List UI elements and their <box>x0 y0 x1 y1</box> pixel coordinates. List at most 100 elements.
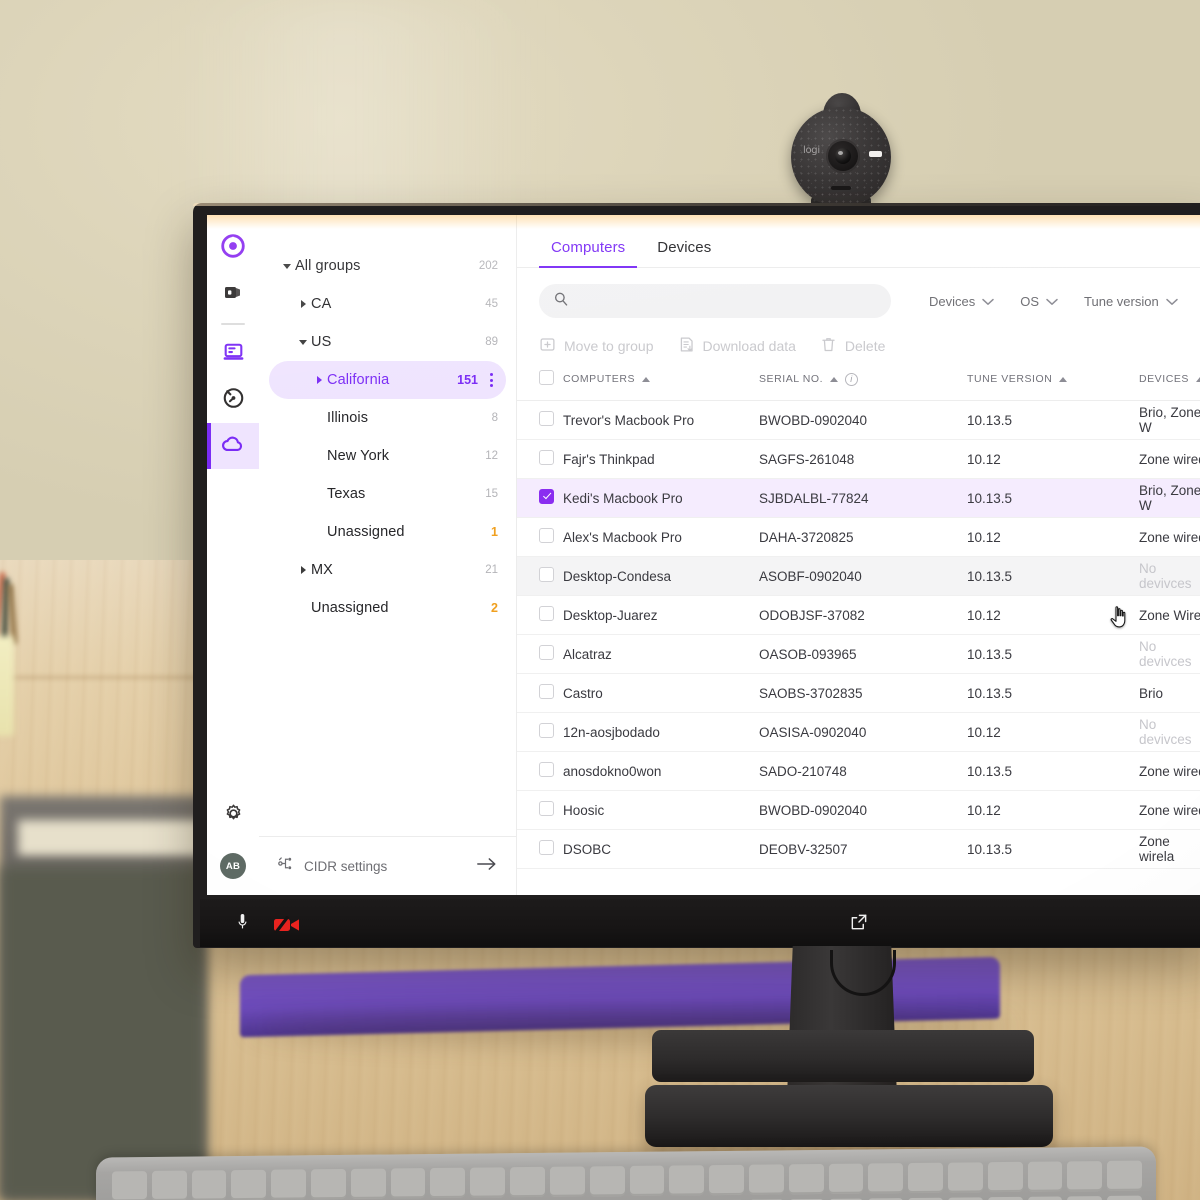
filter-tune-version[interactable]: Tune version <box>1084 294 1178 309</box>
tree-node-count: 45 <box>485 298 498 310</box>
row-checkbox[interactable] <box>539 606 554 621</box>
table-row[interactable]: Kedi's Macbook Pro SJBDALBL-77824 10.13.5 B… <box>517 478 1200 518</box>
filter-devices[interactable]: Devices <box>929 294 994 309</box>
tree-toggle-icon[interactable] <box>295 339 311 345</box>
tree-toggle-icon[interactable] <box>295 566 311 574</box>
tree-node-california[interactable]: California 151 <box>269 361 506 399</box>
rail-item-cloud[interactable] <box>207 423 259 469</box>
tree-node-unassigned[interactable]: Unassigned 2 <box>269 589 506 627</box>
row-checkbox[interactable] <box>539 762 554 777</box>
action-label: Move to group <box>564 338 654 354</box>
gear-icon <box>223 803 244 829</box>
rail-item-computers[interactable] <box>207 331 259 377</box>
chevron-down-icon <box>982 294 994 309</box>
tree-node-count: 89 <box>485 336 498 348</box>
mic-icon[interactable] <box>238 913 247 933</box>
cell-computer-name: Castro <box>563 673 759 713</box>
row-checkbox[interactable] <box>539 411 554 426</box>
screen-share-icon[interactable] <box>849 913 868 932</box>
table-row[interactable]: 12n-aosjbodado OASISA-0902040 10.12 No devi… <box>517 712 1200 752</box>
search-input[interactable] <box>577 293 877 309</box>
info-icon[interactable]: i <box>845 372 859 386</box>
cell-tune-version: 10.12 <box>967 595 1139 635</box>
rail-item-settings[interactable] <box>207 793 259 839</box>
tree-toggle-icon[interactable] <box>279 263 295 269</box>
row-checkbox[interactable] <box>539 489 554 504</box>
search-box[interactable] <box>539 284 891 318</box>
camera-off-icon[interactable] <box>272 915 302 934</box>
cell-serial-no: SAOBS-3702835 <box>759 673 967 713</box>
tree-node-texas[interactable]: Texas 15 <box>269 475 506 513</box>
cell-devices: No devivces <box>1139 712 1200 752</box>
column-header-label: TUNE VERSION <box>967 373 1053 385</box>
row-select-cell <box>517 478 563 518</box>
row-checkbox[interactable] <box>539 528 554 543</box>
pencil-cup <box>0 636 14 736</box>
sort-asc-icon[interactable] <box>642 376 651 382</box>
tree-node-ca[interactable]: CA 45 <box>269 285 506 323</box>
cell-serial-no: ASOBF-0902040 <box>759 556 967 596</box>
tree-node-label: MX <box>311 562 333 578</box>
row-checkbox[interactable] <box>539 567 554 582</box>
cell-tune-version: 10.13.5 <box>967 400 1139 440</box>
tree-node-new-york[interactable]: New York 12 <box>269 437 506 475</box>
tab-devices[interactable]: Devices <box>645 239 723 267</box>
cell-tune-version: 10.13.5 <box>967 673 1139 713</box>
chevron-down-icon <box>1165 294 1178 309</box>
column-header-dev[interactable]: DEVICES <box>1139 370 1200 401</box>
row-checkbox[interactable] <box>539 801 554 816</box>
cell-tune-version: 10.12 <box>967 439 1139 479</box>
cidr-tree-icon <box>277 855 294 877</box>
move-to-group-icon <box>539 336 556 356</box>
tree-node-menu-icon[interactable] <box>484 373 498 387</box>
table-row[interactable]: Desktop-Juarez ODOBJSF-37082 10.12 Zone Wir… <box>517 595 1200 635</box>
tree-toggle-icon[interactable] <box>295 300 311 308</box>
row-checkbox[interactable] <box>539 450 554 465</box>
cell-tune-version: 10.13.5 <box>967 634 1139 674</box>
tree-node-all-groups[interactable]: All groups 202 <box>269 247 506 285</box>
row-select-cell <box>517 634 563 674</box>
tab-computers[interactable]: Computers <box>539 239 638 268</box>
trash-icon <box>820 336 837 356</box>
action-move-to-group: Move to group <box>539 336 654 356</box>
table-row[interactable]: DSOBC DEOBV-32507 10.13.5 Zone wirela <box>517 829 1200 869</box>
select-all-checkbox[interactable] <box>539 370 554 385</box>
row-checkbox[interactable] <box>539 840 554 855</box>
tree-toggle-icon[interactable] <box>311 376 327 384</box>
tree-node-mx[interactable]: MX 21 <box>269 551 506 589</box>
column-header-serial[interactable]: SERIAL NO. i <box>759 370 967 401</box>
row-checkbox[interactable] <box>539 684 554 699</box>
table-row[interactable]: Trevor's Macbook Pro BWOBD-0902040 10.13.5… <box>517 400 1200 440</box>
column-header-tune[interactable]: TUNE VERSION <box>967 370 1139 401</box>
sort-asc-icon[interactable] <box>1059 376 1068 382</box>
rail-item-sync[interactable] <box>207 225 259 271</box>
battery-icon <box>221 280 245 309</box>
column-header-name[interactable]: COMPUTERS <box>563 370 759 401</box>
table-row[interactable]: Hoosic BWOBD-0902040 10.12 Zone wired <box>517 790 1200 830</box>
cidr-settings-row[interactable]: CIDR settings <box>277 837 498 895</box>
filter-os[interactable]: OS <box>1020 294 1058 309</box>
column-header-label: SERIAL NO. <box>759 373 824 385</box>
rail-item-performance[interactable] <box>207 377 259 423</box>
table-row[interactable]: anosdokno0won SADO-210748 10.13.5 Zone wire… <box>517 751 1200 791</box>
filter-label: Tune version <box>1084 293 1159 309</box>
sort-asc-icon[interactable] <box>830 376 839 382</box>
avatar[interactable]: AB <box>220 853 246 879</box>
sort-asc-icon[interactable] <box>1195 376 1200 382</box>
row-checkbox[interactable] <box>539 723 554 738</box>
arrow-right-icon[interactable] <box>476 856 498 877</box>
tree-node-us[interactable]: US 89 <box>269 323 506 361</box>
row-checkbox[interactable] <box>539 645 554 660</box>
table-row[interactable]: Castro SAOBS-3702835 10.13.5 Brio <box>517 673 1200 713</box>
table-row[interactable]: Fajr's Thinkpad SAGFS-261048 10.12 Zone wir… <box>517 439 1200 479</box>
row-select-cell <box>517 751 563 791</box>
cell-computer-name: Fajr's Thinkpad <box>563 439 759 479</box>
tree-node-unassigned[interactable]: Unassigned 1 <box>269 513 506 551</box>
table-row[interactable]: Desktop-Condesa ASOBF-0902040 10.13.5 No de… <box>517 556 1200 596</box>
cell-serial-no: SJBDALBL-77824 <box>759 478 967 518</box>
table-row[interactable]: Alcatraz OASOB-093965 10.13.5 No devivces <box>517 634 1200 674</box>
cell-tune-version: 10.13.5 <box>967 556 1139 596</box>
table-row[interactable]: Alex's Macbook Pro DAHA-3720825 10.12 Zone … <box>517 517 1200 557</box>
tree-node-illinois[interactable]: Illinois 8 <box>269 399 506 437</box>
rail-item-battery[interactable] <box>207 271 259 317</box>
